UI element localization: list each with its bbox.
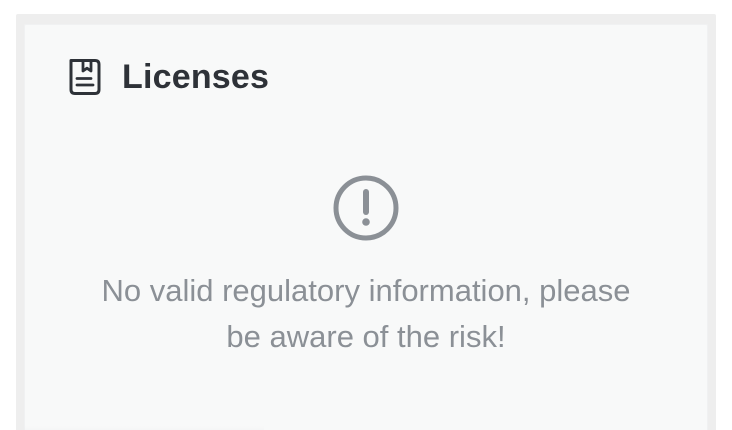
empty-state: No valid regulatory information, please … [24,174,708,360]
regulatory-warning-message: No valid regulatory information, please … [101,273,631,354]
card-header: Licenses [66,58,269,96]
bottom-shadow [24,426,264,430]
page: Licenses No valid regulatory information… [0,0,732,430]
card-title: Licenses [122,58,270,96]
licenses-card: Licenses No valid regulatory information… [24,24,708,430]
warning-circle-icon [332,174,400,242]
license-document-icon [66,58,104,96]
